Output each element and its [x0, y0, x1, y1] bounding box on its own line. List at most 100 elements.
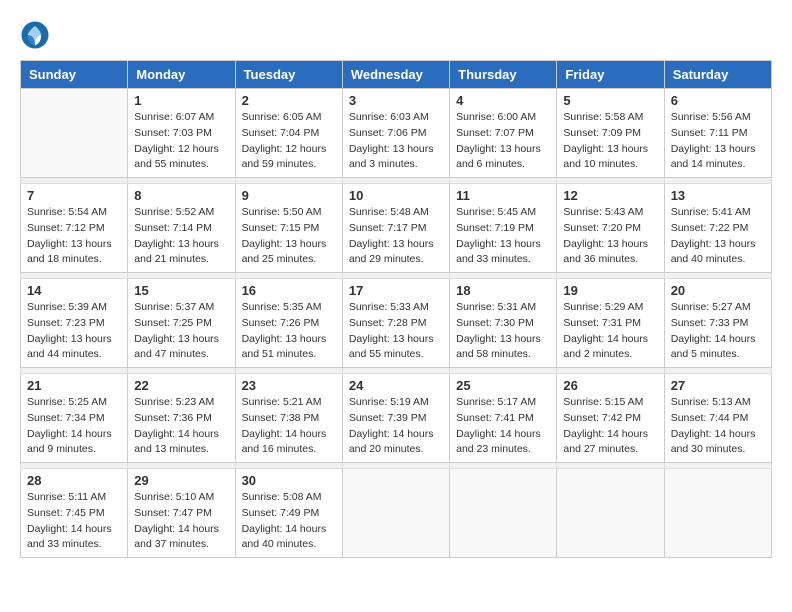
- day-number: 28: [27, 473, 121, 488]
- day-info: Sunrise: 5:37 AMSunset: 7:25 PMDaylight:…: [134, 300, 228, 363]
- day-info: Sunrise: 5:25 AMSunset: 7:34 PMDaylight:…: [27, 395, 121, 458]
- calendar-cell: 7 Sunrise: 5:54 AMSunset: 7:12 PMDaylight…: [21, 184, 128, 273]
- day-number: 25: [456, 378, 550, 393]
- calendar-week-row: 28 Sunrise: 5:11 AMSunset: 7:45 PMDayligh…: [21, 469, 772, 558]
- day-number: 8: [134, 188, 228, 203]
- calendar-week-row: 21 Sunrise: 5:25 AMSunset: 7:34 PMDayligh…: [21, 374, 772, 463]
- day-number: 26: [563, 378, 657, 393]
- day-info: Sunrise: 5:19 AMSunset: 7:39 PMDaylight:…: [349, 395, 443, 458]
- calendar-cell: 29 Sunrise: 5:10 AMSunset: 7:47 PMDayligh…: [128, 469, 235, 558]
- calendar-cell: 5 Sunrise: 5:58 AMSunset: 7:09 PMDaylight…: [557, 89, 664, 178]
- weekday-header: Friday: [557, 61, 664, 89]
- calendar-cell: 4 Sunrise: 6:00 AMSunset: 7:07 PMDaylight…: [450, 89, 557, 178]
- weekday-header: Saturday: [664, 61, 771, 89]
- day-info: Sunrise: 5:23 AMSunset: 7:36 PMDaylight:…: [134, 395, 228, 458]
- calendar-week-row: 7 Sunrise: 5:54 AMSunset: 7:12 PMDaylight…: [21, 184, 772, 273]
- calendar-cell: 8 Sunrise: 5:52 AMSunset: 7:14 PMDaylight…: [128, 184, 235, 273]
- weekday-header: Thursday: [450, 61, 557, 89]
- day-number: 6: [671, 93, 765, 108]
- calendar-cell: 10Sunrise: 5:48 AMSunset: 7:17 PMDayligh…: [342, 184, 449, 273]
- calendar-cell: [450, 469, 557, 558]
- day-number: 30: [242, 473, 336, 488]
- logo: [20, 20, 54, 50]
- weekday-header: Tuesday: [235, 61, 342, 89]
- calendar-cell: 28 Sunrise: 5:11 AMSunset: 7:45 PMDayligh…: [21, 469, 128, 558]
- day-info: Sunrise: 6:05 AMSunset: 7:04 PMDaylight:…: [242, 110, 336, 173]
- day-info: Sunrise: 6:07 AMSunset: 7:03 PMDaylight:…: [134, 110, 228, 173]
- day-number: 3: [349, 93, 443, 108]
- day-info: Sunrise: 5:08 AMSunset: 7:49 PMDaylight:…: [242, 490, 336, 553]
- weekday-header: Monday: [128, 61, 235, 89]
- day-number: 13: [671, 188, 765, 203]
- day-info: Sunrise: 5:45 AMSunset: 7:19 PMDaylight:…: [456, 205, 550, 268]
- page-header: [20, 20, 772, 50]
- day-info: Sunrise: 5:56 AMSunset: 7:11 PMDaylight:…: [671, 110, 765, 173]
- day-info: Sunrise: 5:33 AMSunset: 7:28 PMDaylight:…: [349, 300, 443, 363]
- weekday-header: Sunday: [21, 61, 128, 89]
- calendar-cell: 16 Sunrise: 5:35 AMSunset: 7:26 PMDayligh…: [235, 279, 342, 368]
- day-number: 7: [27, 188, 121, 203]
- day-info: Sunrise: 5:52 AMSunset: 7:14 PMDaylight:…: [134, 205, 228, 268]
- day-info: Sunrise: 5:27 AMSunset: 7:33 PMDaylight:…: [671, 300, 765, 363]
- calendar-week-row: 1Sunrise: 6:07 AMSunset: 7:03 PMDaylight…: [21, 89, 772, 178]
- day-number: 15: [134, 283, 228, 298]
- day-number: 17: [349, 283, 443, 298]
- calendar-cell: 13 Sunrise: 5:41 AMSunset: 7:22 PMDayligh…: [664, 184, 771, 273]
- day-info: Sunrise: 5:17 AMSunset: 7:41 PMDaylight:…: [456, 395, 550, 458]
- calendar-cell: [557, 469, 664, 558]
- day-number: 12: [563, 188, 657, 203]
- calendar-cell: 22 Sunrise: 5:23 AMSunset: 7:36 PMDayligh…: [128, 374, 235, 463]
- day-number: 29: [134, 473, 228, 488]
- day-number: 20: [671, 283, 765, 298]
- day-number: 21: [27, 378, 121, 393]
- day-info: Sunrise: 5:48 AMSunset: 7:17 PMDaylight:…: [349, 205, 443, 268]
- day-number: 4: [456, 93, 550, 108]
- day-info: Sunrise: 6:03 AMSunset: 7:06 PMDaylight:…: [349, 110, 443, 173]
- calendar-cell: 18Sunrise: 5:31 AMSunset: 7:30 PMDayligh…: [450, 279, 557, 368]
- day-info: Sunrise: 5:11 AMSunset: 7:45 PMDaylight:…: [27, 490, 121, 553]
- day-number: 5: [563, 93, 657, 108]
- calendar-cell: 17 Sunrise: 5:33 AMSunset: 7:28 PMDayligh…: [342, 279, 449, 368]
- calendar-cell: 14 Sunrise: 5:39 AMSunset: 7:23 PMDayligh…: [21, 279, 128, 368]
- day-number: 9: [242, 188, 336, 203]
- day-info: Sunrise: 5:39 AMSunset: 7:23 PMDaylight:…: [27, 300, 121, 363]
- calendar-cell: [21, 89, 128, 178]
- calendar-cell: 11Sunrise: 5:45 AMSunset: 7:19 PMDayligh…: [450, 184, 557, 273]
- calendar-cell: 26 Sunrise: 5:15 AMSunset: 7:42 PMDayligh…: [557, 374, 664, 463]
- day-number: 14: [27, 283, 121, 298]
- weekday-header-row: SundayMondayTuesdayWednesdayThursdayFrid…: [21, 61, 772, 89]
- day-info: Sunrise: 5:15 AMSunset: 7:42 PMDaylight:…: [563, 395, 657, 458]
- day-info: Sunrise: 5:35 AMSunset: 7:26 PMDaylight:…: [242, 300, 336, 363]
- day-info: Sunrise: 6:00 AMSunset: 7:07 PMDaylight:…: [456, 110, 550, 173]
- day-number: 22: [134, 378, 228, 393]
- weekday-header: Wednesday: [342, 61, 449, 89]
- calendar-cell: 20 Sunrise: 5:27 AMSunset: 7:33 PMDayligh…: [664, 279, 771, 368]
- calendar-cell: 2 Sunrise: 6:05 AMSunset: 7:04 PMDaylight…: [235, 89, 342, 178]
- day-number: 2: [242, 93, 336, 108]
- calendar-cell: 1Sunrise: 6:07 AMSunset: 7:03 PMDaylight…: [128, 89, 235, 178]
- day-number: 27: [671, 378, 765, 393]
- calendar-cell: 19Sunrise: 5:29 AMSunset: 7:31 PMDayligh…: [557, 279, 664, 368]
- day-number: 24: [349, 378, 443, 393]
- calendar-cell: 27Sunrise: 5:13 AMSunset: 7:44 PMDayligh…: [664, 374, 771, 463]
- calendar-week-row: 14 Sunrise: 5:39 AMSunset: 7:23 PMDayligh…: [21, 279, 772, 368]
- day-info: Sunrise: 5:54 AMSunset: 7:12 PMDaylight:…: [27, 205, 121, 268]
- day-info: Sunrise: 5:58 AMSunset: 7:09 PMDaylight:…: [563, 110, 657, 173]
- day-number: 23: [242, 378, 336, 393]
- calendar-cell: 9 Sunrise: 5:50 AMSunset: 7:15 PMDaylight…: [235, 184, 342, 273]
- day-number: 16: [242, 283, 336, 298]
- calendar-table: SundayMondayTuesdayWednesdayThursdayFrid…: [20, 60, 772, 558]
- calendar-cell: 23Sunrise: 5:21 AMSunset: 7:38 PMDayligh…: [235, 374, 342, 463]
- day-info: Sunrise: 5:29 AMSunset: 7:31 PMDaylight:…: [563, 300, 657, 363]
- calendar-cell: [664, 469, 771, 558]
- day-info: Sunrise: 5:43 AMSunset: 7:20 PMDaylight:…: [563, 205, 657, 268]
- calendar-cell: 6 Sunrise: 5:56 AMSunset: 7:11 PMDaylight…: [664, 89, 771, 178]
- calendar-cell: 25 Sunrise: 5:17 AMSunset: 7:41 PMDayligh…: [450, 374, 557, 463]
- calendar-cell: 30 Sunrise: 5:08 AMSunset: 7:49 PMDayligh…: [235, 469, 342, 558]
- calendar-cell: 15 Sunrise: 5:37 AMSunset: 7:25 PMDayligh…: [128, 279, 235, 368]
- day-info: Sunrise: 5:50 AMSunset: 7:15 PMDaylight:…: [242, 205, 336, 268]
- calendar-cell: 24 Sunrise: 5:19 AMSunset: 7:39 PMDayligh…: [342, 374, 449, 463]
- day-info: Sunrise: 5:31 AMSunset: 7:30 PMDaylight:…: [456, 300, 550, 363]
- day-info: Sunrise: 5:41 AMSunset: 7:22 PMDaylight:…: [671, 205, 765, 268]
- day-info: Sunrise: 5:10 AMSunset: 7:47 PMDaylight:…: [134, 490, 228, 553]
